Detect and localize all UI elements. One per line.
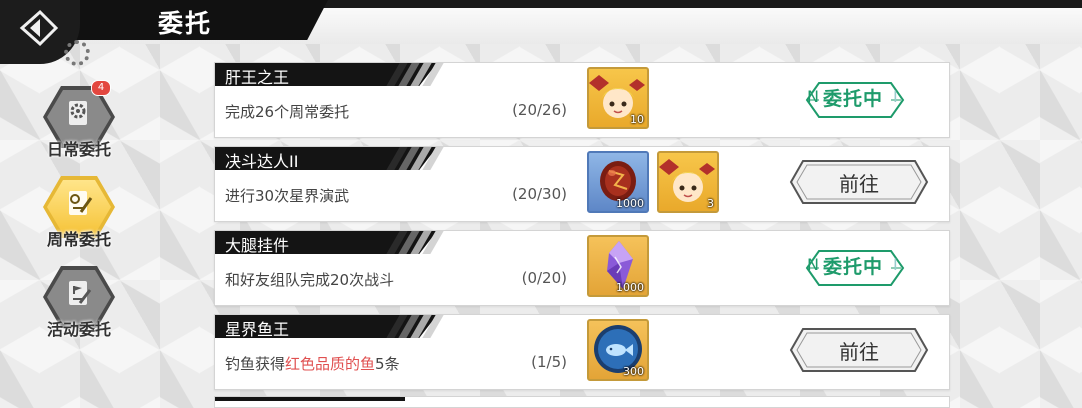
sidebar-item-weekly[interactable]: 周常委托 xyxy=(43,176,115,260)
stripe-decoration xyxy=(385,147,444,170)
task-row-partial xyxy=(214,396,950,408)
status-stamp: N 委托中 I xyxy=(805,249,905,287)
document-flag-icon xyxy=(69,281,92,305)
reward-item[interactable]: 10 xyxy=(587,67,649,129)
task-progress: (20/26) xyxy=(512,101,567,119)
back-arrow-icon xyxy=(19,9,59,47)
reward-item[interactable]: 300 xyxy=(587,319,649,381)
gear-document-icon xyxy=(69,101,87,125)
task-description: 完成26个周常委托 xyxy=(225,103,350,121)
stamp-prefix: N xyxy=(807,87,819,106)
stamp-prefix: N xyxy=(807,255,819,274)
go-button[interactable]: 前往 xyxy=(789,159,929,205)
reward-item[interactable]: 3 xyxy=(657,151,719,213)
task-description: 进行30次星界演武 xyxy=(225,187,350,205)
task-name: 肝王之王 xyxy=(225,68,290,87)
notification-badge: 4 xyxy=(91,80,111,96)
status-stamp: N 委托中 I xyxy=(805,81,905,119)
reward-quantity: 300 xyxy=(623,365,644,378)
document-pencil-icon xyxy=(69,191,93,215)
go-button[interactable]: 前往 xyxy=(789,327,929,373)
desc-text: 钓鱼获得 xyxy=(225,355,286,373)
task-row: 大腿挂件 和好友组队完成20次战斗 (0/20) 1000 N 委托中 I xyxy=(214,230,950,306)
sidebar-item-event[interactable]: 活动委托 xyxy=(43,266,115,350)
task-progress: (0/20) xyxy=(521,269,567,287)
task-description: 钓鱼获得红色品质的鱼5条 xyxy=(225,353,400,374)
sidebar-item-daily[interactable]: 4 日常委托 xyxy=(43,80,115,170)
gear-decoration-icon xyxy=(64,40,90,66)
status-text: 委托中 xyxy=(823,256,884,278)
reward-quantity: 1000 xyxy=(616,281,644,294)
status-text: 委托中 xyxy=(823,88,884,110)
task-progress: (1/5) xyxy=(531,353,567,371)
stripe-decoration xyxy=(385,231,444,254)
reward-quantity: 10 xyxy=(630,113,644,126)
stripe-decoration xyxy=(385,315,444,338)
stamp-suffix: I xyxy=(893,255,898,274)
task-row: 决斗达人II 进行30次星界演武 (20/30) 1000 3 前往 xyxy=(214,146,950,222)
task-row: 肝王之王 完成26个周常委托 (20/26) 10 N 委托中 I xyxy=(214,62,950,138)
reward-item[interactable]: 1000 xyxy=(587,151,649,213)
reward-item[interactable]: 1000 xyxy=(587,235,649,297)
stamp-suffix: I xyxy=(893,87,898,106)
task-row: 星界鱼王 钓鱼获得红色品质的鱼5条 (1/5) 300 前往 xyxy=(214,314,950,390)
desc-highlight: 红色品质的鱼 xyxy=(285,355,376,373)
sidebar-item-label: 日常委托 xyxy=(46,140,111,159)
task-name: 星界鱼王 xyxy=(225,320,290,339)
reward-quantity: 1000 xyxy=(616,197,644,210)
task-description: 和好友组队完成20次战斗 xyxy=(225,271,395,289)
go-button-label: 前往 xyxy=(839,172,879,196)
task-name: 大腿挂件 xyxy=(225,236,290,255)
desc-text: 5条 xyxy=(375,355,400,373)
go-button-label: 前往 xyxy=(839,340,879,364)
task-progress: (20/30) xyxy=(512,185,567,203)
page-title: 委托 xyxy=(158,9,213,38)
task-title-plate xyxy=(215,397,405,401)
reward-quantity: 3 xyxy=(707,197,714,210)
task-name: 决斗达人II xyxy=(225,152,299,171)
top-bar: 委托 xyxy=(0,0,1082,44)
sidebar-item-label: 活动委托 xyxy=(46,320,111,339)
sidebar-item-label: 周常委托 xyxy=(46,230,111,249)
stripe-decoration xyxy=(385,63,444,86)
